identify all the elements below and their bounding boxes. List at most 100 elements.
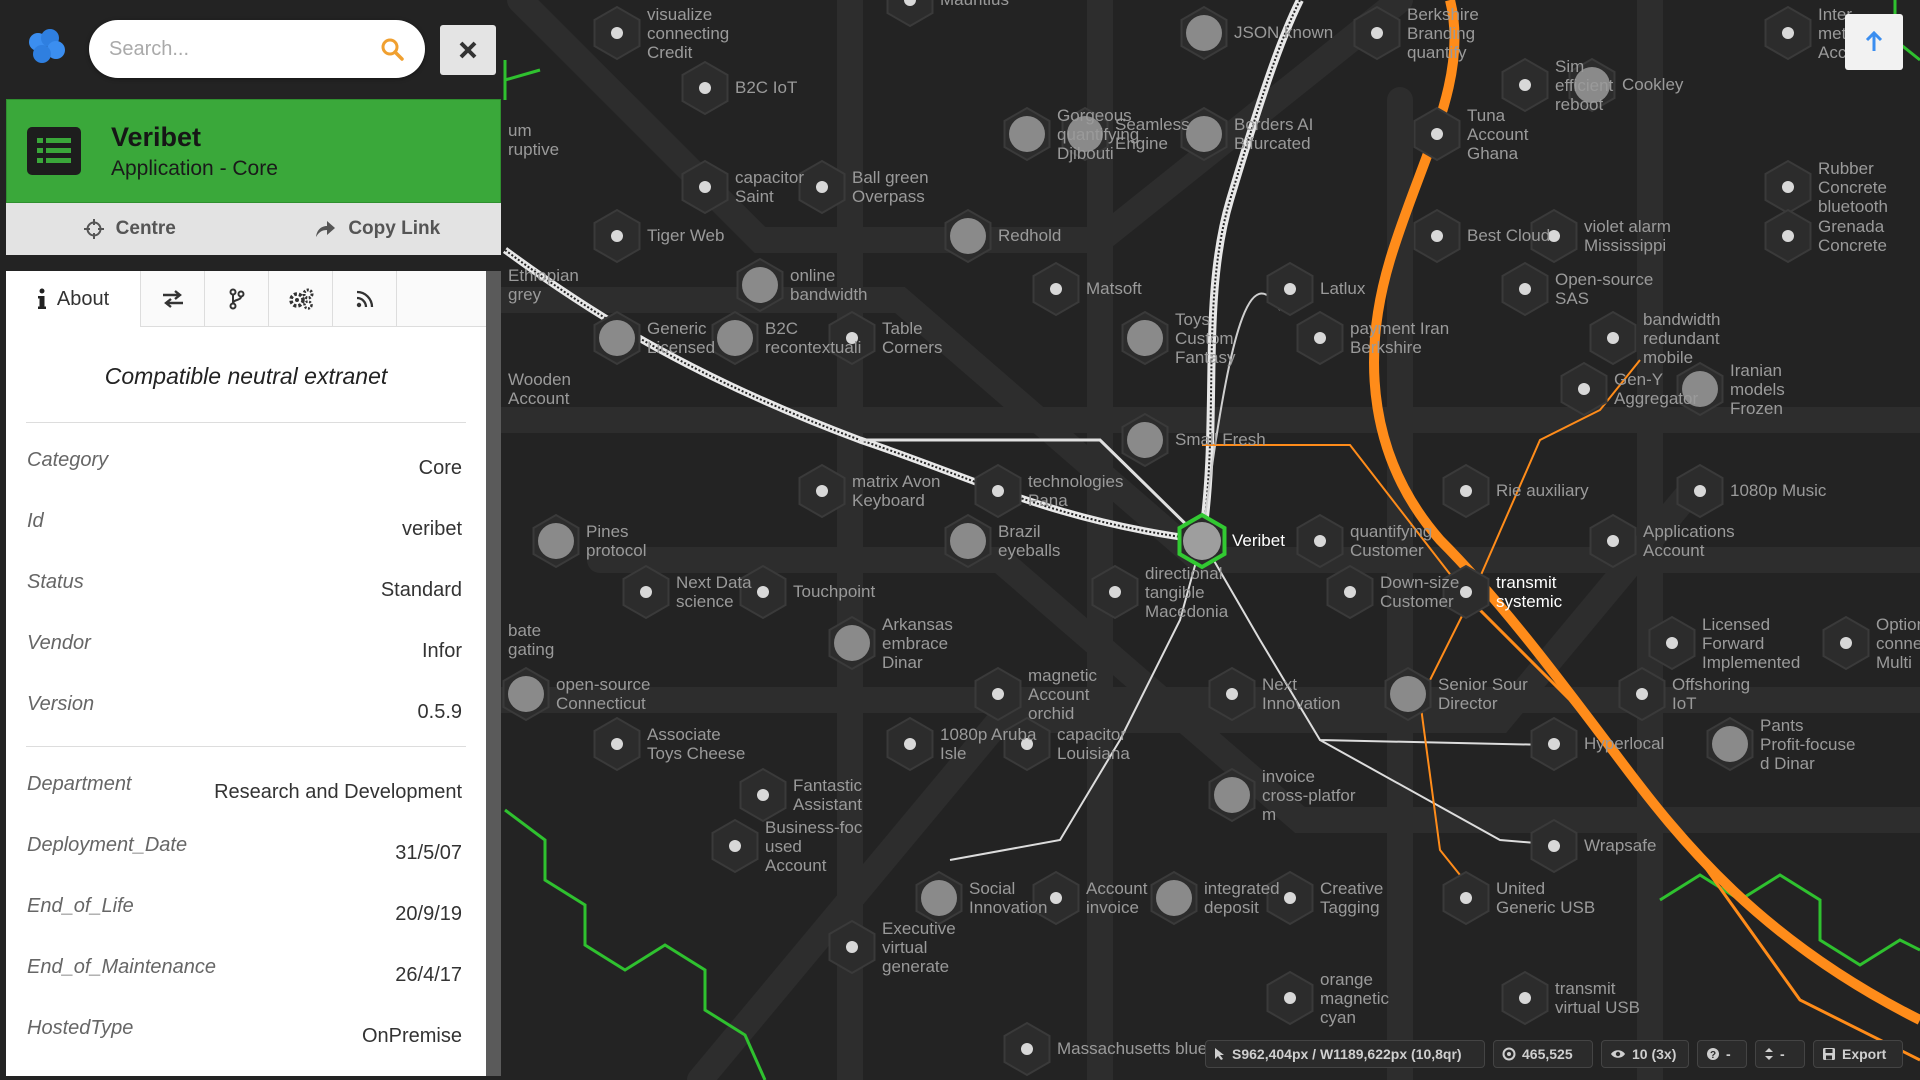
entity-header: Veribet Application - Core: [6, 99, 501, 203]
property-value: 26/4/17: [395, 964, 462, 986]
map-node-label: Redhold: [998, 226, 1061, 245]
selected-node-veribet[interactable]: [1177, 512, 1227, 570]
help-toggle[interactable]: ? -: [1697, 1040, 1747, 1068]
sort-icon: [1765, 1048, 1773, 1060]
search-icon[interactable]: [379, 36, 405, 62]
map-node-label: Generic Licensed: [647, 319, 715, 357]
property-row: End_of_Maintenance 26/4/17: [6, 930, 486, 991]
cogs-icon: [288, 288, 313, 310]
scroll-up-button[interactable]: [1845, 14, 1903, 70]
map-node-label: Fantastic Assistant: [793, 776, 862, 814]
map-node-label: Massachusetts blue: [1057, 1039, 1207, 1058]
tab-settings[interactable]: [269, 271, 333, 327]
map-node-label: Best Cloud: [1467, 226, 1550, 245]
rss-icon: [356, 290, 373, 308]
entity-description: Compatible neutral extranet: [26, 327, 466, 423]
map-node-label: Mauritius: [940, 0, 1009, 9]
view-level[interactable]: 10 (3x): [1601, 1040, 1689, 1068]
property-key: Version: [27, 693, 95, 715]
map-node-label: Latlux: [1320, 279, 1366, 298]
map-node-label: Small Fresh: [1175, 430, 1266, 449]
map-node-label: Ball green Overpass: [852, 168, 929, 206]
property-key: HostedType: [27, 1017, 134, 1039]
map-node-label: Iranian models Frozen: [1730, 361, 1785, 418]
close-icon: [459, 41, 477, 59]
tab-feed[interactable]: [333, 271, 397, 327]
view-text: 10 (3x): [1632, 1046, 1677, 1062]
property-list: Category Core Id veribet Status Standard Vendo…: [6, 423, 486, 728]
pointer-icon: [1215, 1048, 1224, 1060]
property-value: 0.5.9: [417, 701, 462, 723]
code-branch-icon: [229, 288, 244, 310]
property-key: Deployment_Date: [27, 834, 188, 856]
map-node-label: B2C IoT: [735, 78, 797, 97]
map-node-label: Matsoft: [1086, 279, 1142, 298]
property-key: End_of_Maintenance: [27, 956, 217, 978]
map-node-label: quantifying Customer: [1350, 522, 1432, 560]
panel-scrollbar[interactable]: [486, 271, 501, 1076]
centre-label: Centre: [115, 218, 176, 239]
map-node-label: Rie auxiliary: [1496, 481, 1589, 500]
property-row: End_of_Life 20/9/19: [6, 869, 486, 930]
map-node-label: Grenada Concrete: [1818, 217, 1887, 255]
tab-branch[interactable]: [205, 271, 269, 327]
details-panel: About Compatible neutral extranet Catego…: [6, 271, 486, 1076]
search-input[interactable]: [109, 37, 379, 61]
list-icon: [27, 127, 81, 175]
sort-text: -: [1780, 1046, 1785, 1062]
map-node-label: JSON known: [1234, 23, 1333, 42]
map-node-label: Wooden Account: [508, 370, 571, 408]
entity-subtitle: Application - Core: [111, 156, 278, 180]
app-logo-icon[interactable]: [26, 28, 70, 68]
sort-toggle[interactable]: -: [1755, 1040, 1805, 1068]
map-node-label: capacitor Louisiana: [1057, 725, 1130, 763]
property-row: Id veribet: [6, 484, 486, 545]
target-icon: [1502, 1047, 1516, 1061]
map-node-label: Veribet: [1232, 531, 1285, 550]
map-node-label: transmit systemic: [1496, 573, 1563, 611]
exchange-icon: [162, 290, 183, 308]
help-text: -: [1726, 1046, 1731, 1062]
share-icon: [316, 221, 336, 237]
map-node-label: Tiger Web: [647, 226, 724, 245]
eye-icon: [1611, 1050, 1625, 1058]
crosshair-icon: [83, 219, 104, 239]
property-value: 20/9/19: [395, 903, 462, 925]
property-value: 31/5/07: [395, 842, 462, 864]
coords-text: S962,404px / W1189,622px (10,8qr): [1232, 1046, 1462, 1062]
map-node-label: Cookley: [1622, 75, 1684, 94]
property-key: End_of_Life: [27, 895, 134, 917]
property-key: Id: [27, 510, 44, 532]
map-node-label: Creative Tagging: [1320, 879, 1383, 917]
action-bar: Centre Copy Link: [6, 203, 501, 255]
copy-link-button[interactable]: Copy Link: [254, 218, 502, 240]
centre-button[interactable]: Centre: [6, 218, 254, 240]
tab-bar: About: [6, 271, 486, 327]
map-node-label: Touchpoint: [793, 582, 876, 601]
search-box[interactable]: [89, 20, 425, 78]
cursor-coords: S962,404px / W1189,622px (10,8qr): [1205, 1040, 1485, 1068]
property-value: Core: [418, 457, 462, 479]
object-count: 465,525: [1493, 1040, 1593, 1068]
map-node-label: Borders AI Bifurcated: [1234, 115, 1313, 153]
svg-text:?: ?: [1710, 1050, 1716, 1061]
map-node-label: Account invoice: [1086, 879, 1148, 917]
map-node-label: Wrapsafe: [1584, 836, 1656, 855]
arrow-up-icon: [1865, 31, 1883, 51]
property-value: veribet: [401, 518, 462, 540]
info-icon: [37, 288, 46, 309]
map-node-label: open-source Connecticut: [556, 675, 651, 713]
close-button[interactable]: [440, 25, 496, 75]
property-row: Category Core: [6, 423, 486, 484]
tab-about[interactable]: About: [6, 271, 141, 327]
entity-title: Veribet: [111, 121, 202, 152]
property-key: Status: [27, 571, 84, 593]
property-value: Infor: [421, 640, 462, 662]
export-button[interactable]: Export: [1813, 1040, 1903, 1068]
property-value: Standard: [380, 579, 462, 601]
tab-exchange[interactable]: [141, 271, 205, 327]
export-label: Export: [1842, 1046, 1887, 1062]
property-key: Department: [27, 773, 132, 795]
property-key: Vendor: [27, 632, 91, 654]
property-key: Category: [27, 449, 109, 471]
